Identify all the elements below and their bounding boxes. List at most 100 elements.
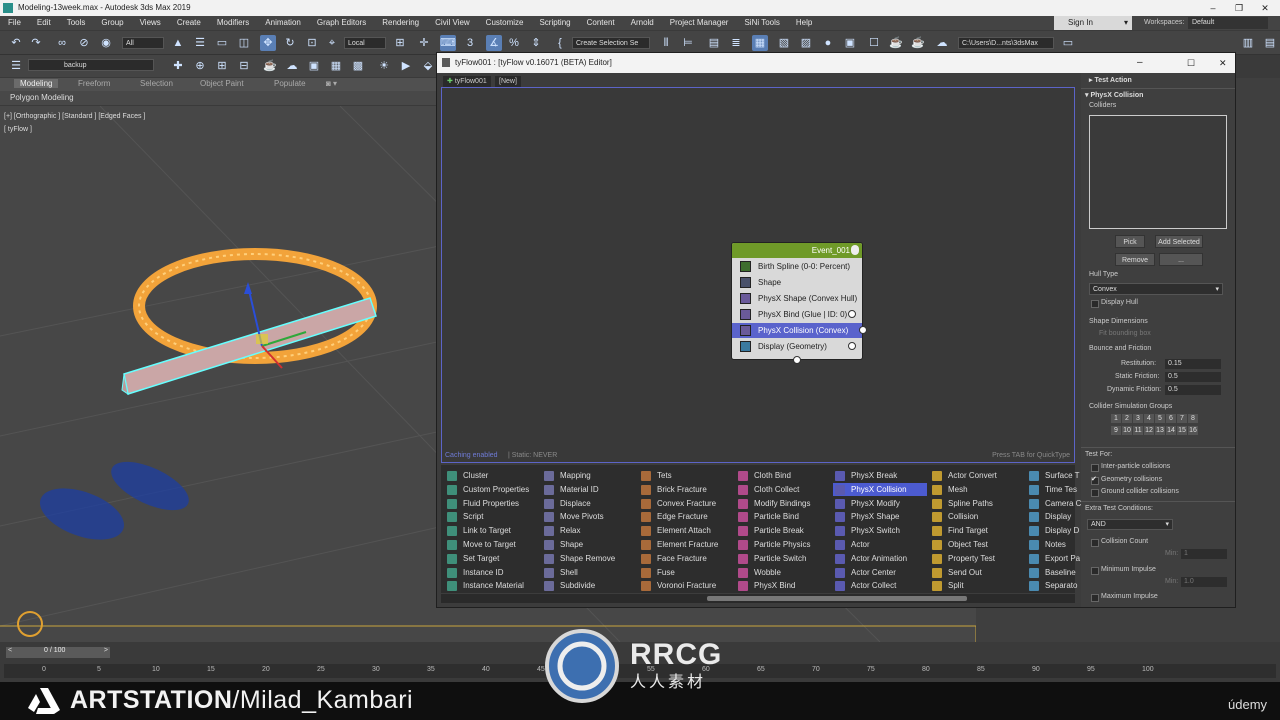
percent-snap-icon[interactable]: % <box>506 35 522 51</box>
teapot-icon[interactable]: ☕ <box>262 58 278 74</box>
palette-op-shell[interactable]: Shell <box>542 566 636 579</box>
menu-arnold[interactable]: Arnold <box>631 18 654 27</box>
collider-group-11[interactable]: 11 <box>1133 426 1143 435</box>
material-icon[interactable]: ▦ <box>328 58 344 74</box>
palette-op-shape[interactable]: Shape <box>542 538 636 551</box>
palette-op-physx-break[interactable]: PhysX Break <box>833 469 927 482</box>
render-setup-icon[interactable]: ▣ <box>842 35 858 51</box>
palette-op-convex-fracture[interactable]: Convex Fracture <box>639 497 733 510</box>
collider-group-8[interactable]: 8 <box>1188 414 1198 423</box>
palette-op-particle-break[interactable]: Particle Break <box>736 524 830 537</box>
collider-group-5[interactable]: 5 <box>1155 414 1165 423</box>
boat-object-1[interactable] <box>33 478 131 549</box>
fit-bounding-box-option[interactable]: Fit bounding box <box>1099 330 1151 337</box>
colliders-list[interactable] <box>1089 115 1227 229</box>
palette-op-element-attach[interactable]: Element Attach <box>639 524 733 537</box>
tab-populate[interactable]: Populate <box>274 79 306 88</box>
layer-manager-icon[interactable]: ☰ <box>8 58 24 74</box>
node-op-birth-spline[interactable]: Birth Spline (0-0: Percent) <box>732 259 862 274</box>
palette-op-edge-fracture[interactable]: Edge Fracture <box>639 510 733 523</box>
time-slider[interactable]: 0 / 100 < > <box>6 647 110 658</box>
menu-modifiers[interactable]: Modifiers <box>217 18 249 27</box>
collider-group-4[interactable]: 4 <box>1144 414 1154 423</box>
condition-operator-select[interactable]: AND ▾ <box>1087 519 1173 530</box>
collider-group-9[interactable]: 9 <box>1111 426 1121 435</box>
physx-collision-rollout[interactable]: ▾ PhysX Collision <box>1085 91 1143 99</box>
move-icon[interactable]: ✥ <box>260 35 276 51</box>
min-count-spinner[interactable]: 1 <box>1181 549 1227 559</box>
palette-op-material-id[interactable]: Material ID <box>542 483 636 496</box>
more-tools-icon[interactable]: ▥ <box>1240 35 1256 51</box>
palette-op-subdivide[interactable]: Subdivide <box>542 579 636 592</box>
remove-button[interactable]: Remove <box>1115 253 1155 266</box>
palette-op-particle-switch[interactable]: Particle Switch <box>736 552 830 565</box>
palette-op-actor-collect[interactable]: Actor Collect <box>833 579 927 592</box>
palette-op-actor-center[interactable]: Actor Center <box>833 566 927 579</box>
workspaces-select[interactable]: Default <box>1188 17 1268 29</box>
event-node-title[interactable]: Event_001 <box>732 243 862 258</box>
grid-icon[interactable]: ▩ <box>350 58 366 74</box>
collider-group-7[interactable]: 7 <box>1177 414 1187 423</box>
menu-customize[interactable]: Customize <box>486 18 524 27</box>
manipulate-icon[interactable]: ✛ <box>416 35 432 51</box>
spinner-snap-icon[interactable]: ⇕ <box>528 35 544 51</box>
cloud-icon[interactable]: ☁ <box>284 58 300 74</box>
rotate-icon[interactable]: ↻ <box>282 35 298 51</box>
bind-spacewarp-icon[interactable]: ◉ <box>98 35 114 51</box>
palette-op-instance-id[interactable]: Instance ID <box>445 566 539 579</box>
menu-file[interactable]: File <box>8 18 21 27</box>
collider-group-1[interactable]: 1 <box>1111 414 1121 423</box>
palette-op-script[interactable]: Script <box>445 510 539 523</box>
ribbon-options-icon[interactable]: ◙ ▾ <box>326 79 337 88</box>
menu-views[interactable]: Views <box>140 18 161 27</box>
menu-animation[interactable]: Animation <box>265 18 301 27</box>
node-op-shape[interactable]: Shape <box>732 275 862 290</box>
ribbon-icon[interactable]: ▦ <box>752 35 768 51</box>
layer-select[interactable]: backup <box>28 59 154 71</box>
collider-group-15[interactable]: 15 <box>1177 426 1187 435</box>
next-frame-icon[interactable]: > <box>104 647 108 654</box>
input-port[interactable] <box>793 356 801 364</box>
snaps-icon[interactable]: 3 <box>462 35 478 51</box>
select-by-name-icon[interactable]: ☰ <box>192 35 208 51</box>
render-production-icon[interactable]: ☕ <box>888 35 904 51</box>
maximum-impulse-checkbox[interactable]: Maximum Impulse <box>1091 593 1158 602</box>
schematic-view-icon[interactable]: ▨ <box>798 35 814 51</box>
palette-op-move-pivots[interactable]: Move Pivots <box>542 510 636 523</box>
add-to-layer-icon[interactable]: ⊕ <box>192 58 208 74</box>
menu-content[interactable]: Content <box>587 18 615 27</box>
tab-selection[interactable]: Selection <box>140 79 173 88</box>
layer-select-objects-icon[interactable]: ⊞ <box>214 58 230 74</box>
restitution-spinner[interactable]: 0.15 <box>1165 359 1221 369</box>
palette-op-move-to-target[interactable]: Move to Target <box>445 538 539 551</box>
menu-civil-view[interactable]: Civil View <box>435 18 470 27</box>
palette-op-mesh[interactable]: Mesh <box>930 483 1024 496</box>
prev-frame-icon[interactable]: < <box>8 647 12 654</box>
palette-op-particle-bind[interactable]: Particle Bind <box>736 510 830 523</box>
flow-canvas[interactable]: Caching enabled | Static: NEVER Press TA… <box>441 87 1075 463</box>
palette-op-actor[interactable]: Actor <box>833 538 927 551</box>
palette-op-voronoi-fracture[interactable]: Voronoi Fracture <box>639 579 733 592</box>
close-button[interactable]: ✕ <box>1252 0 1278 16</box>
palette-op-actor-convert[interactable]: Actor Convert <box>930 469 1024 482</box>
tab-modeling[interactable]: Modeling <box>14 79 59 88</box>
palette-op-object-test[interactable]: Object Test <box>930 538 1024 551</box>
min-impulse-spinner[interactable]: 1.0 <box>1181 577 1227 587</box>
project-path-field[interactable]: C:\Users\D...nts\3dsMax <box>958 37 1054 49</box>
menu-help[interactable]: Help <box>796 18 812 27</box>
helper-icon[interactable]: ⬙ <box>420 58 436 74</box>
more-button[interactable]: ... <box>1159 253 1203 266</box>
geometry-collisions-checkbox[interactable]: Geometry collisions <box>1091 475 1162 485</box>
menu-sini-tools[interactable]: SiNi Tools <box>744 18 779 27</box>
palette-op-instance-material[interactable]: Instance Material <box>445 579 539 592</box>
palette-op-displace[interactable]: Displace <box>542 497 636 510</box>
event-node[interactable]: Event_001 Birth Spline (0-0: Percent) Sh… <box>731 242 867 364</box>
editor-maximize-button[interactable]: ☐ <box>1187 53 1195 73</box>
project-folder-icon[interactable]: ▭ <box>1060 35 1076 51</box>
menu-project-manager[interactable]: Project Manager <box>670 18 729 27</box>
palette-op-brick-fracture[interactable]: Brick Fracture <box>639 483 733 496</box>
palette-op-set-target[interactable]: Set Target <box>445 552 539 565</box>
maximize-button[interactable]: ❐ <box>1226 0 1252 16</box>
display-hull-checkbox[interactable]: Display Hull <box>1091 299 1138 308</box>
menu-graph-editors[interactable]: Graph Editors <box>317 18 366 27</box>
